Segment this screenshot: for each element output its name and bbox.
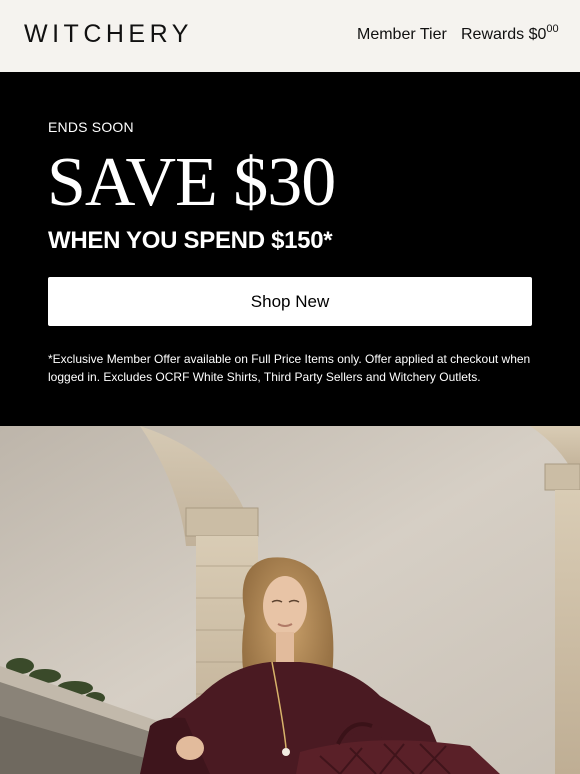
promo-disclaimer: *Exclusive Member Offer available on Ful… [48,352,531,384]
rewards-label: Rewards $0 [461,26,547,43]
member-tier-link[interactable]: Member Tier [357,26,447,44]
rewards-link[interactable]: Rewards $000 [461,23,559,44]
promo-headline: SAVE $30 [47,144,336,221]
promo-banner: ENDS SOON SAVE $30 WHEN YOU SPEND $150* … [0,72,580,426]
promo-subhead: WHEN YOU SPEND $150* [48,227,333,254]
witchery-logo[interactable]: WITCHERY [24,20,193,49]
site-header: WITCHERY Member Tier Rewards $000 [0,0,580,72]
hero-photo [0,426,580,774]
shop-new-button[interactable]: Shop New [48,277,532,326]
promo-eyebrow: ENDS SOON [48,119,134,135]
rewards-cents: 00 [546,23,559,35]
hero-image[interactable] [0,426,580,774]
